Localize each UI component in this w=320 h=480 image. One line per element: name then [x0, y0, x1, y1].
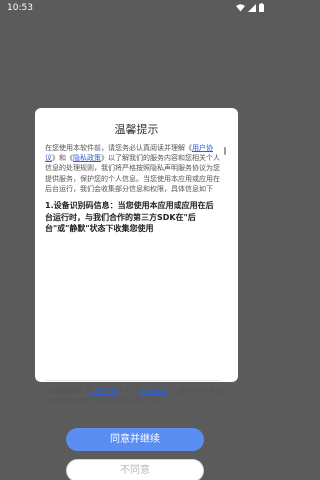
scrollbar-thumb[interactable] [224, 147, 226, 155]
policy-intro-text: 在您使用本软件前，请您务必认真阅读并理解《用户协议》和《隐私政策》以了解我们的服… [45, 143, 220, 194]
consent-text: 如果您同意《用户协议》和《隐私政策》，请点击"同意隐私政策并继续"开始使用我们的… [48, 386, 223, 406]
dialog-title: 温馨提示 [114, 123, 159, 136]
status-time: 10:53 [7, 3, 33, 13]
consent-privacy-policy-link[interactable]: 隐私政策 [139, 387, 167, 395]
privacy-dialog: 温馨提示 在您使用本软件前，请您务必认真阅读并理解《用户协议》和《隐私政策》以了… [35, 108, 238, 480]
privacy-policy-link[interactable]: 隐私政策 [73, 154, 101, 162]
intro-text-2: 》和《 [52, 154, 73, 163]
status-icons [236, 3, 264, 12]
consent-text-2: 》和《 [118, 387, 139, 395]
accept-button[interactable]: 同意并继续 [66, 428, 204, 451]
consent-user-agreement-link[interactable]: 用户协议 [90, 387, 118, 395]
consent-text-1: 如果您同意《 [48, 387, 90, 395]
intro-text-1: 在您使用本软件前，请您务必认真阅读并理解《 [45, 144, 192, 152]
device-id-clause: 1.设备识别码信息：当您使用本应用或应用在后台运行时，与我们合作的第三方SDK在… [45, 201, 214, 234]
battery-icon [259, 3, 264, 12]
wifi-icon [236, 3, 245, 11]
divider [45, 380, 220, 381]
policy-scroll-area[interactable]: 在您使用本软件前，请您务必认真阅读并理解《用户协议》和《隐私政策》以了解我们的服… [45, 143, 220, 379]
status-bar: 10:53 [0, 0, 270, 16]
signal-icon [248, 3, 256, 12]
decline-button[interactable]: 不同意 [66, 459, 204, 480]
